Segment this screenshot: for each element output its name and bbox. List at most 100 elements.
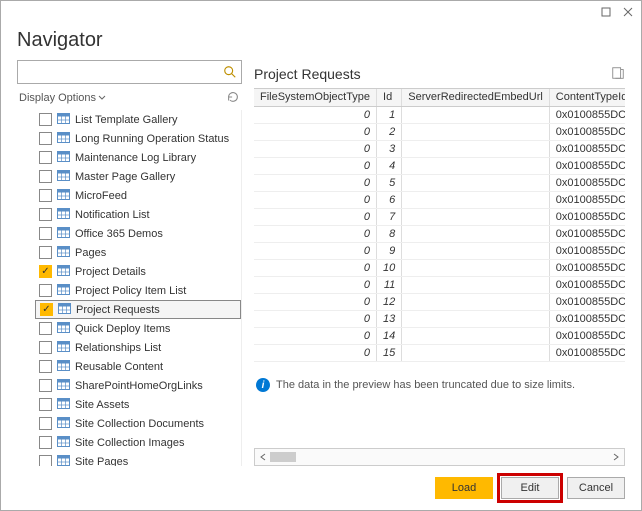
- checkbox[interactable]: [39, 360, 52, 373]
- column-header[interactable]: ContentTypeId: [549, 89, 625, 106]
- checkbox[interactable]: [39, 398, 52, 411]
- checkbox[interactable]: [39, 246, 52, 259]
- cell-url: [402, 123, 550, 140]
- cell-url: [402, 208, 550, 225]
- cancel-button[interactable]: Cancel: [567, 477, 625, 499]
- checkbox[interactable]: [39, 379, 52, 392]
- display-options-dropdown[interactable]: Display Options: [19, 92, 106, 104]
- table-row[interactable]: 090x0100855DCCD040995: [254, 242, 625, 259]
- edit-button[interactable]: Edit: [501, 477, 559, 499]
- table-row[interactable]: 0150x0100855DCCD040995: [254, 344, 625, 361]
- list-item[interactable]: Relationships List: [35, 338, 241, 357]
- table-row[interactable]: 070x0100855DCCD040995: [254, 208, 625, 225]
- table-row[interactable]: 080x0100855DCCD040995: [254, 225, 625, 242]
- cell-id: 5: [377, 174, 402, 191]
- list-item[interactable]: MicroFeed: [35, 186, 241, 205]
- list-item[interactable]: Site Collection Images: [35, 433, 241, 452]
- cell-id: 3: [377, 140, 402, 157]
- list-item[interactable]: Reusable Content: [35, 357, 241, 376]
- checkbox[interactable]: [39, 151, 52, 164]
- table-icon: [57, 113, 70, 127]
- cell-id: 10: [377, 259, 402, 276]
- list-item-label: Project Requests: [76, 304, 160, 316]
- truncation-notice: i The data in the preview has been trunc…: [254, 372, 625, 398]
- column-header[interactable]: ServerRedirectedEmbedUrl: [402, 89, 550, 106]
- checkbox[interactable]: [39, 189, 52, 202]
- cell-url: [402, 293, 550, 310]
- checkbox[interactable]: [39, 132, 52, 145]
- refresh-icon[interactable]: [226, 90, 240, 107]
- cell-id: 9: [377, 242, 402, 259]
- list-item[interactable]: Long Running Operation Status: [35, 129, 241, 148]
- list-item-label: SharePointHomeOrgLinks: [75, 380, 203, 392]
- checkbox[interactable]: [39, 417, 52, 430]
- table-row[interactable]: 040x0100855DCCD040995: [254, 157, 625, 174]
- list-item[interactable]: Project Policy Item List: [35, 281, 241, 300]
- table-row[interactable]: 0130x0100855DCCD040995: [254, 310, 625, 327]
- horizontal-scrollbar[interactable]: [254, 448, 625, 466]
- list-item[interactable]: Pages: [35, 243, 241, 262]
- list-item[interactable]: Site Pages: [35, 452, 241, 466]
- table-icon: [58, 303, 71, 317]
- checkbox[interactable]: [39, 227, 52, 240]
- cell-contenttype: 0x0100855DCCD040995: [549, 225, 625, 242]
- scroll-thumb[interactable]: [270, 452, 609, 462]
- list-item-label: Pages: [75, 247, 106, 259]
- cell-url: [402, 242, 550, 259]
- checkbox[interactable]: [39, 208, 52, 221]
- search-input[interactable]: [22, 65, 223, 79]
- cell-fso: 0: [254, 191, 377, 208]
- restore-icon[interactable]: [601, 7, 611, 20]
- checkbox[interactable]: [39, 265, 52, 278]
- table-row[interactable]: 0140x0100855DCCD040995: [254, 327, 625, 344]
- table-row[interactable]: 0110x0100855DCCD040995: [254, 276, 625, 293]
- table-row[interactable]: 0120x0100855DCCD040995: [254, 293, 625, 310]
- info-icon: i: [256, 378, 270, 392]
- list-item[interactable]: Quick Deploy Items: [35, 319, 241, 338]
- table-list[interactable]: List Template GalleryLong Running Operat…: [17, 110, 241, 466]
- load-button[interactable]: Load: [435, 477, 493, 499]
- table-row[interactable]: 060x0100855DCCD040995: [254, 191, 625, 208]
- checkbox[interactable]: [39, 113, 52, 126]
- list-item[interactable]: List Template Gallery: [35, 110, 241, 129]
- table-row[interactable]: 020x0100855DCCD040995: [254, 123, 625, 140]
- checkbox[interactable]: [39, 455, 52, 466]
- table-row[interactable]: 0100x0100855DCCD040995: [254, 259, 625, 276]
- table-icon: [57, 284, 70, 298]
- table-icon: [57, 246, 70, 260]
- cell-id: 13: [377, 310, 402, 327]
- scroll-left-icon[interactable]: [259, 453, 267, 461]
- table-icon: [57, 170, 70, 184]
- checkbox[interactable]: [39, 284, 52, 297]
- header: Navigator: [1, 25, 641, 60]
- list-item[interactable]: Project Details: [35, 262, 241, 281]
- checkbox[interactable]: [39, 322, 52, 335]
- column-header[interactable]: FileSystemObjectType: [254, 89, 377, 106]
- table-row[interactable]: 030x0100855DCCD040995: [254, 140, 625, 157]
- list-item[interactable]: Site Assets: [35, 395, 241, 414]
- cell-url: [402, 157, 550, 174]
- table-row[interactable]: 050x0100855DCCD040995: [254, 174, 625, 191]
- cell-contenttype: 0x0100855DCCD040995: [549, 310, 625, 327]
- scroll-right-icon[interactable]: [612, 453, 620, 461]
- preview-options-icon[interactable]: [611, 66, 625, 83]
- checkbox[interactable]: [39, 341, 52, 354]
- list-item[interactable]: SharePointHomeOrgLinks: [35, 376, 241, 395]
- list-item[interactable]: Site Collection Documents: [35, 414, 241, 433]
- checkbox[interactable]: [40, 303, 53, 316]
- column-header[interactable]: Id: [377, 89, 402, 106]
- list-item[interactable]: Master Page Gallery: [35, 167, 241, 186]
- checkbox[interactable]: [39, 170, 52, 183]
- close-icon[interactable]: [623, 7, 633, 20]
- cell-url: [402, 276, 550, 293]
- cell-contenttype: 0x0100855DCCD040995: [549, 259, 625, 276]
- table-row[interactable]: 010x0100855DCCD040995: [254, 106, 625, 123]
- cell-id: 11: [377, 276, 402, 293]
- list-item[interactable]: Office 365 Demos: [35, 224, 241, 243]
- search-box[interactable]: [17, 60, 242, 84]
- checkbox[interactable]: [39, 436, 52, 449]
- list-item[interactable]: Project Requests: [35, 300, 241, 319]
- list-item[interactable]: Notification List: [35, 205, 241, 224]
- list-item[interactable]: Maintenance Log Library: [35, 148, 241, 167]
- cell-id: 1: [377, 106, 402, 123]
